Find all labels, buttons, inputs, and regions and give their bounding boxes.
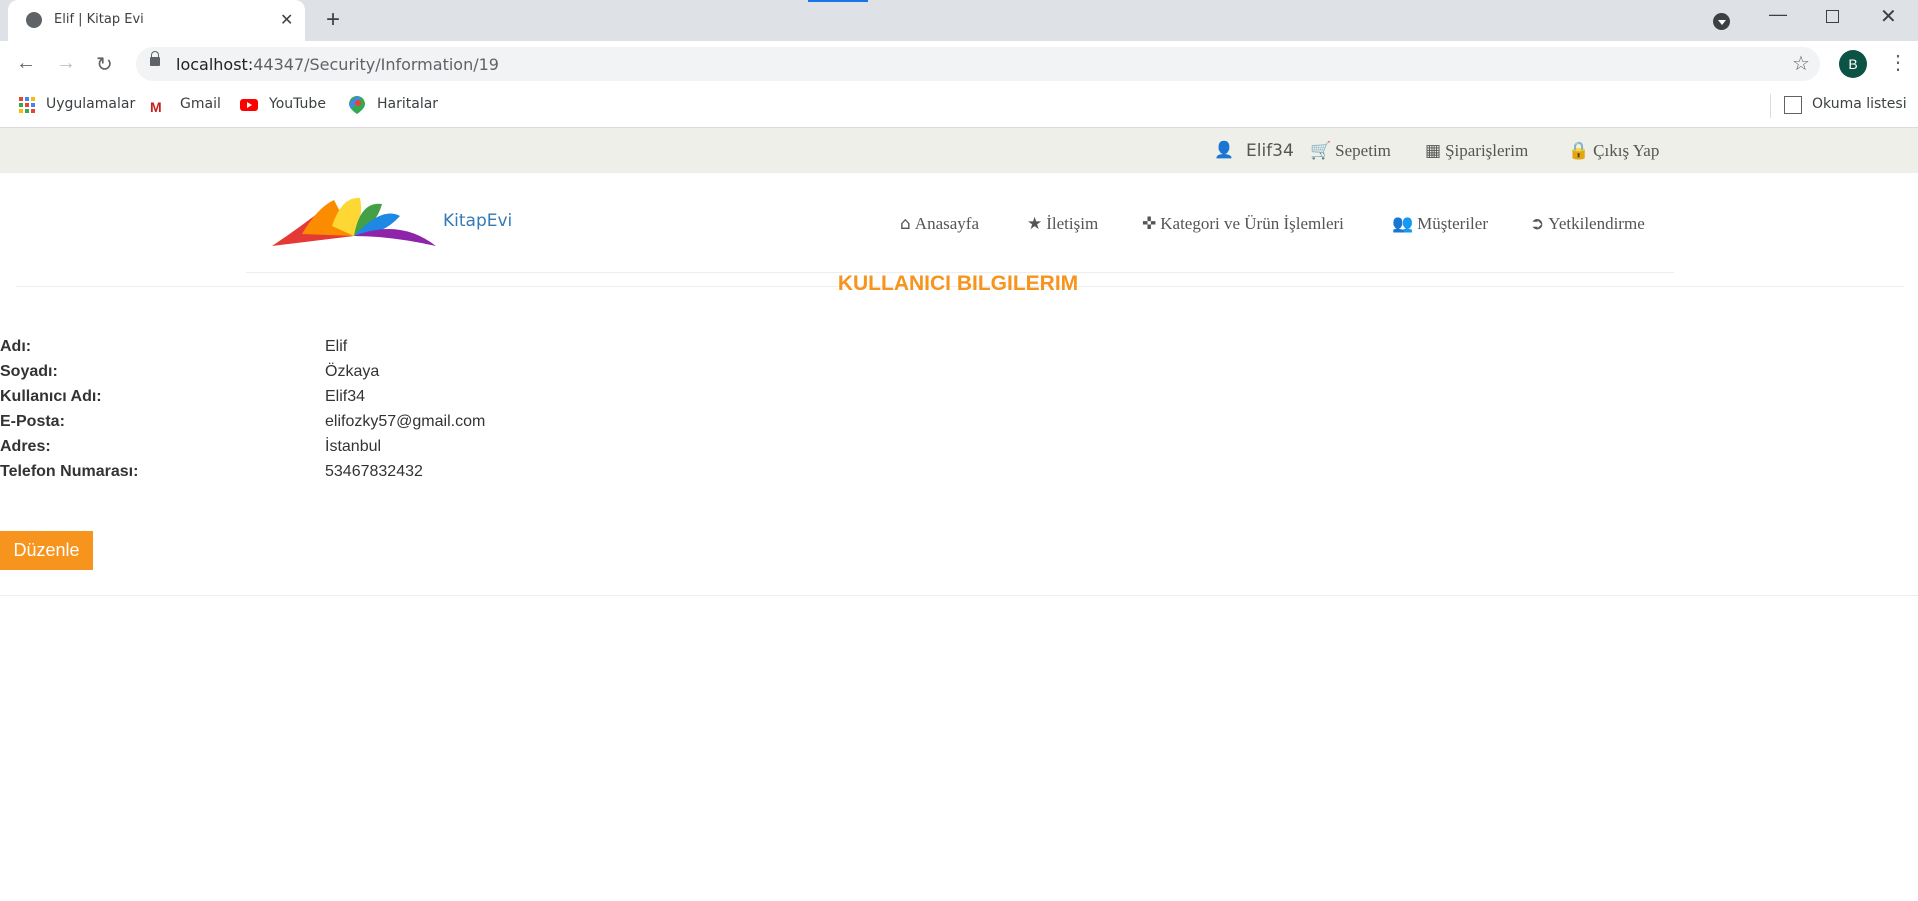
home-icon: ⌂: [900, 214, 911, 234]
bookmark-star-icon[interactable]: ☆: [1792, 51, 1810, 76]
divider: [0, 595, 1918, 596]
bookmark-apps[interactable]: Uygulamalar: [46, 96, 135, 112]
apps-grid-icon: [19, 97, 35, 113]
label-phone: Telefon Numarası:: [0, 463, 139, 480]
globe-icon: [26, 12, 42, 28]
value-first-name: Elif: [325, 338, 348, 355]
label-first-name: Adı:: [0, 338, 32, 355]
orders-link[interactable]: ▦ Şiparişlerim: [1425, 141, 1528, 161]
bookmark-youtube[interactable]: YouTube: [269, 96, 326, 112]
lock-icon[interactable]: [150, 51, 160, 66]
back-icon[interactable]: ←: [16, 52, 36, 75]
edit-button[interactable]: Düzenle: [0, 531, 93, 570]
label-address: Adres:: [0, 438, 51, 455]
minimize-icon[interactable]: —: [1769, 4, 1787, 25]
label-email: E-Posta:: [0, 413, 65, 430]
label-last-name: Soyadı:: [0, 363, 58, 380]
close-icon[interactable]: ✕: [280, 10, 293, 30]
menu-icon[interactable]: ⋮: [1888, 50, 1908, 75]
forward-icon[interactable]: →: [56, 52, 76, 75]
window-close-icon[interactable]: ✕: [1880, 4, 1897, 29]
lock-icon: 🔒: [1568, 141, 1590, 161]
circle-arrow-icon: ➲: [1530, 214, 1545, 234]
nav-auth[interactable]: ➲ Yetkilendirme: [1530, 214, 1645, 234]
restore-icon[interactable]: [1826, 10, 1839, 23]
browser-tab[interactable]: [8, 0, 305, 41]
nav-home[interactable]: ⌂ Anasayfa: [900, 214, 979, 234]
tab-indicator: [808, 0, 868, 2]
nav-contact[interactable]: ★ İletişim: [1027, 214, 1098, 234]
logout-link[interactable]: 🔒 Çıkış Yap: [1568, 141, 1659, 161]
value-username: Elif34: [325, 388, 366, 405]
gmail-icon: M: [150, 99, 162, 115]
tab-title: Elif | Kitap Evi: [54, 12, 144, 27]
users-icon: 👥: [1392, 214, 1414, 234]
crosshair-icon: ✜: [1142, 214, 1157, 234]
label-username: Kullanıcı Adı:: [0, 388, 102, 405]
reading-list-icon: [1784, 96, 1802, 114]
value-address: İstanbul: [325, 438, 382, 455]
star-icon: ★: [1027, 214, 1043, 234]
tab-search-icon[interactable]: [1713, 13, 1730, 30]
reload-icon[interactable]: ↻: [96, 52, 113, 77]
brand-link[interactable]: KitapEvi: [443, 211, 512, 231]
profile-avatar[interactable]: B: [1839, 50, 1867, 78]
bookmark-maps[interactable]: Haritalar: [377, 96, 438, 112]
table-icon: ▦: [1425, 141, 1442, 161]
youtube-icon: [240, 99, 258, 111]
site-logo[interactable]: [272, 196, 436, 248]
url-text[interactable]: localhost:44347/Security/Information/19: [176, 55, 499, 74]
cart-icon: 🛒: [1310, 141, 1332, 161]
divider: [1770, 94, 1771, 118]
value-email: elifozky57@gmail.com: [325, 413, 486, 430]
new-tab-icon[interactable]: +: [326, 6, 340, 34]
reading-list[interactable]: Okuma listesi: [1812, 96, 1907, 112]
cart-link[interactable]: 🛒 Sepetim: [1310, 141, 1391, 161]
username-link[interactable]: Elif34: [1246, 141, 1294, 161]
value-phone: 53467832432: [325, 463, 423, 480]
value-last-name: Özkaya: [325, 363, 380, 380]
nav-customers[interactable]: 👥 Müşteriler: [1392, 214, 1488, 234]
user-icon: 👤: [1214, 142, 1234, 159]
maps-icon: [349, 96, 365, 114]
page-title: KULLANICI BILGILERIM: [837, 272, 1079, 295]
nav-category[interactable]: ✜ Kategori ve Ürün İşlemleri: [1142, 214, 1344, 234]
bookmark-gmail[interactable]: Gmail: [180, 96, 221, 112]
